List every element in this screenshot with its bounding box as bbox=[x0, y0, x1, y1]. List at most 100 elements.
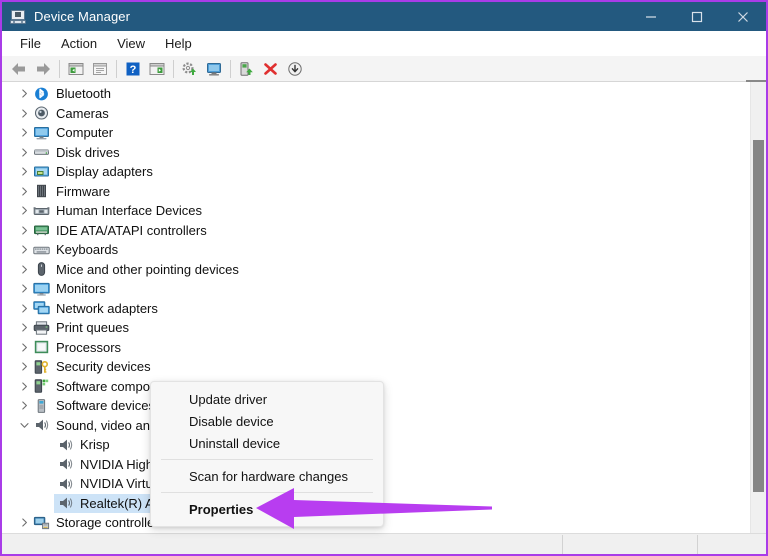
speaker-icon bbox=[59, 478, 72, 490]
scrollbar-thumb[interactable] bbox=[753, 140, 764, 492]
printer-icon bbox=[33, 321, 49, 335]
display-adapter-icon bbox=[33, 166, 49, 177]
menu-view[interactable]: View bbox=[107, 33, 155, 54]
disable-device-button[interactable] bbox=[283, 58, 307, 80]
toolbar-separator bbox=[59, 59, 60, 78]
context-menu-separator bbox=[161, 459, 373, 460]
menu-help[interactable]: Help bbox=[155, 33, 202, 54]
close-icon bbox=[738, 11, 748, 22]
minimize-button[interactable] bbox=[628, 2, 674, 31]
firmware-icon bbox=[36, 185, 46, 198]
forward-button[interactable] bbox=[31, 58, 55, 80]
tree-expander[interactable] bbox=[16, 265, 32, 274]
tree-expander[interactable] bbox=[16, 323, 32, 332]
menu-file[interactable]: File bbox=[10, 33, 51, 54]
tree-expander[interactable] bbox=[16, 362, 32, 371]
tree-expander[interactable] bbox=[16, 89, 32, 98]
menu-bar: File Action View Help bbox=[2, 31, 766, 56]
properties-button[interactable] bbox=[88, 58, 112, 80]
tree-row-disk-drives[interactable]: Disk drives bbox=[2, 143, 742, 163]
device-tree-pane[interactable]: Bluetooth Cameras Computer Disk drives Displ… bbox=[2, 82, 766, 535]
tree-expander[interactable] bbox=[16, 245, 32, 254]
maximize-button[interactable] bbox=[674, 2, 720, 31]
tree-expander[interactable] bbox=[16, 167, 32, 176]
show-hide-console-tree-icon bbox=[68, 62, 84, 75]
chevron-right-icon bbox=[21, 206, 27, 215]
show-hide-action-pane-icon bbox=[149, 62, 165, 75]
tree-expander[interactable] bbox=[16, 401, 32, 410]
window-title: Device Manager bbox=[34, 9, 131, 24]
context-menu-item-disable-device[interactable]: Disable device bbox=[151, 410, 383, 432]
tree-row-print-queues[interactable]: Print queues bbox=[2, 318, 742, 338]
tree-row-human-interface-devices[interactable]: Human Interface Devices bbox=[2, 201, 742, 221]
window-controls bbox=[628, 2, 766, 31]
chevron-right-icon bbox=[21, 304, 27, 313]
tree-row-security-devices[interactable]: Security devices bbox=[2, 357, 742, 377]
ide-controller-icon bbox=[33, 225, 49, 236]
tree-row-network-adapters[interactable]: Network adapters bbox=[2, 299, 742, 319]
scan-for-hardware-changes-button[interactable] bbox=[202, 58, 226, 80]
context-menu-item-update-driver[interactable]: Update driver bbox=[151, 388, 383, 410]
tree-row-label: Computer bbox=[56, 125, 114, 141]
tree-expander[interactable] bbox=[16, 343, 32, 352]
help-button[interactable]: ? bbox=[121, 58, 145, 80]
tree-row-firmware[interactable]: Firmware bbox=[2, 182, 742, 202]
enable-device-icon bbox=[240, 61, 253, 76]
menu-action[interactable]: Action bbox=[51, 33, 107, 54]
vertical-scrollbar[interactable] bbox=[750, 82, 766, 535]
tree-row-label: Print queues bbox=[56, 320, 129, 336]
close-button[interactable] bbox=[720, 2, 766, 31]
chevron-right-icon bbox=[21, 109, 27, 118]
toolbar-separator bbox=[173, 59, 174, 78]
ide-controller-icon bbox=[32, 222, 50, 238]
keyboard-icon bbox=[32, 242, 50, 258]
uninstall-device-button[interactable] bbox=[259, 58, 283, 80]
context-menu-item-scan-for-hardware-changes[interactable]: Scan for hardware changes bbox=[151, 465, 383, 487]
tree-expander[interactable] bbox=[16, 206, 32, 215]
tree-row-keyboards[interactable]: Keyboards bbox=[2, 240, 742, 260]
tree-row-label: Monitors bbox=[56, 281, 106, 297]
tree-row-bluetooth[interactable]: Bluetooth bbox=[2, 84, 742, 104]
software-device-icon bbox=[37, 398, 45, 413]
tree-row-processors[interactable]: Processors bbox=[2, 338, 742, 358]
forward-icon bbox=[37, 62, 50, 75]
speaker-icon bbox=[56, 476, 74, 492]
context-menu[interactable]: Update driver Disable device Uninstall dev… bbox=[150, 381, 384, 527]
tree-row-label: Software devices bbox=[56, 398, 155, 414]
tree-expander[interactable] bbox=[16, 128, 32, 137]
tree-expander[interactable] bbox=[16, 304, 32, 313]
tree-row-label: Mice and other pointing devices bbox=[56, 261, 239, 277]
tree-row-computer[interactable]: Computer bbox=[2, 123, 742, 143]
toolbar: ? bbox=[2, 56, 766, 82]
computer-icon bbox=[32, 125, 50, 141]
tree-expander[interactable] bbox=[16, 518, 32, 527]
mouse-icon bbox=[32, 261, 50, 277]
camera-icon bbox=[34, 106, 48, 120]
show-hide-console-tree-button[interactable] bbox=[64, 58, 88, 80]
tree-expander[interactable] bbox=[16, 284, 32, 293]
chevron-right-icon bbox=[21, 187, 27, 196]
scan-for-hardware-changes-icon bbox=[207, 62, 221, 75]
tree-row-cameras[interactable]: Cameras bbox=[2, 104, 742, 124]
context-menu-item-properties[interactable]: Properties bbox=[151, 498, 383, 520]
tree-expander[interactable] bbox=[16, 187, 32, 196]
tree-row-ide-ata-atapi-controllers[interactable]: IDE ATA/ATAPI controllers bbox=[2, 221, 742, 241]
tree-row-mice-and-other-pointing-devices[interactable]: Mice and other pointing devices bbox=[2, 260, 742, 280]
tree-expander[interactable] bbox=[16, 109, 32, 118]
software-component-icon bbox=[34, 379, 48, 393]
tree-row-label: Bluetooth bbox=[56, 86, 111, 102]
update-driver-button[interactable] bbox=[178, 58, 202, 80]
tree-expander[interactable] bbox=[16, 226, 32, 235]
context-menu-item-uninstall-device[interactable]: Uninstall device bbox=[151, 432, 383, 454]
tree-row-label: Human Interface Devices bbox=[56, 203, 202, 219]
tree-expander[interactable] bbox=[16, 382, 32, 391]
monitor-icon bbox=[32, 281, 50, 297]
enable-device-button[interactable] bbox=[235, 58, 259, 80]
back-button[interactable] bbox=[7, 58, 31, 80]
show-hide-action-pane-button[interactable] bbox=[145, 58, 169, 80]
tree-expander[interactable] bbox=[16, 421, 32, 430]
software-component-icon bbox=[32, 378, 50, 394]
tree-row-display-adapters[interactable]: Display adapters bbox=[2, 162, 742, 182]
tree-row-monitors[interactable]: Monitors bbox=[2, 279, 742, 299]
tree-expander[interactable] bbox=[16, 148, 32, 157]
